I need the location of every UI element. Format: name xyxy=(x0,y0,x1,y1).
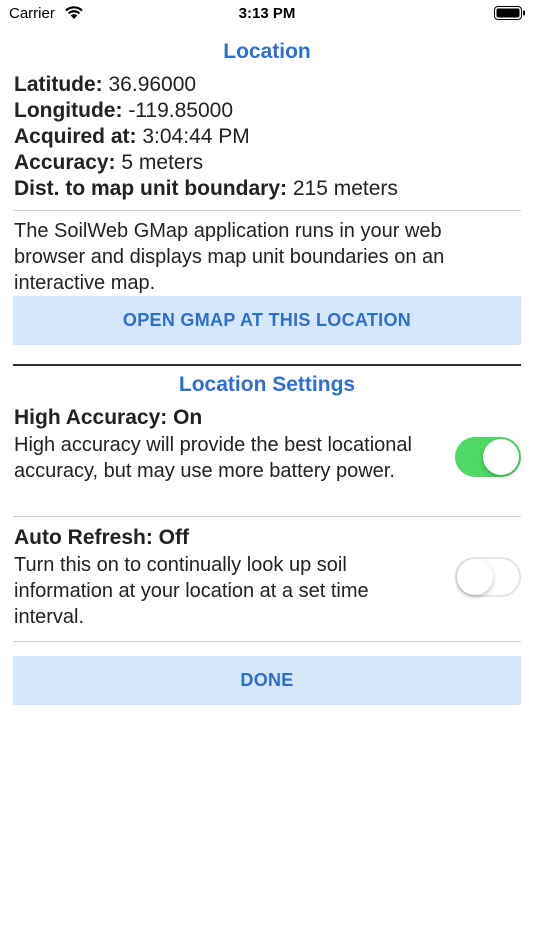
status-bar: Carrier 3:13 PM xyxy=(0,0,534,30)
acquired-row: Acquired at: 3:04:44 PM xyxy=(14,125,250,149)
longitude-value: -119.85000 xyxy=(128,99,234,122)
longitude-label: Longitude: xyxy=(14,99,123,122)
auto-refresh-toggle[interactable] xyxy=(455,557,521,597)
boundary-distance-row: Dist. to map unit boundary: 215 meters xyxy=(14,177,398,201)
open-gmap-button[interactable]: OPEN GMAP AT THIS LOCATION xyxy=(13,296,521,345)
divider xyxy=(13,641,521,642)
auto-refresh-description: Turn this on to continually look up soil… xyxy=(14,554,369,628)
divider xyxy=(13,516,521,517)
toggle-knob xyxy=(457,559,493,595)
accuracy-row: Accuracy: 5 meters xyxy=(14,151,203,175)
status-time: 3:13 PM xyxy=(238,5,296,22)
high-accuracy-toggle[interactable] xyxy=(455,437,521,477)
battery-icon xyxy=(494,6,525,20)
accuracy-value: 5 meters xyxy=(121,151,204,174)
longitude-row: Longitude: -119.85000 xyxy=(14,99,233,123)
toggle-knob xyxy=(483,439,519,475)
location-settings-title: Location Settings xyxy=(178,373,356,396)
latitude-value: 36.96000 xyxy=(108,73,197,96)
boundary-distance-value: 215 meters xyxy=(292,177,398,200)
done-button[interactable]: DONE xyxy=(13,656,521,705)
auto-refresh-label: Auto Refresh: Off xyxy=(14,526,189,549)
latitude-row: Latitude: 36.96000 xyxy=(14,73,196,97)
gmap-intro-text: The SoilWeb GMap application runs in you… xyxy=(14,220,445,294)
location-title: Location xyxy=(223,40,311,63)
section-divider xyxy=(13,364,521,366)
boundary-distance-label: Dist. to map unit boundary: xyxy=(14,177,287,200)
divider xyxy=(13,210,521,211)
acquired-label: Acquired at: xyxy=(14,125,137,148)
accuracy-label: Accuracy: xyxy=(14,151,116,174)
high-accuracy-description: High accuracy will provide the best loca… xyxy=(14,434,412,482)
high-accuracy-label: High Accuracy: On xyxy=(14,406,203,429)
acquired-value: 3:04:44 PM xyxy=(142,125,250,148)
latitude-label: Latitude: xyxy=(14,73,103,96)
